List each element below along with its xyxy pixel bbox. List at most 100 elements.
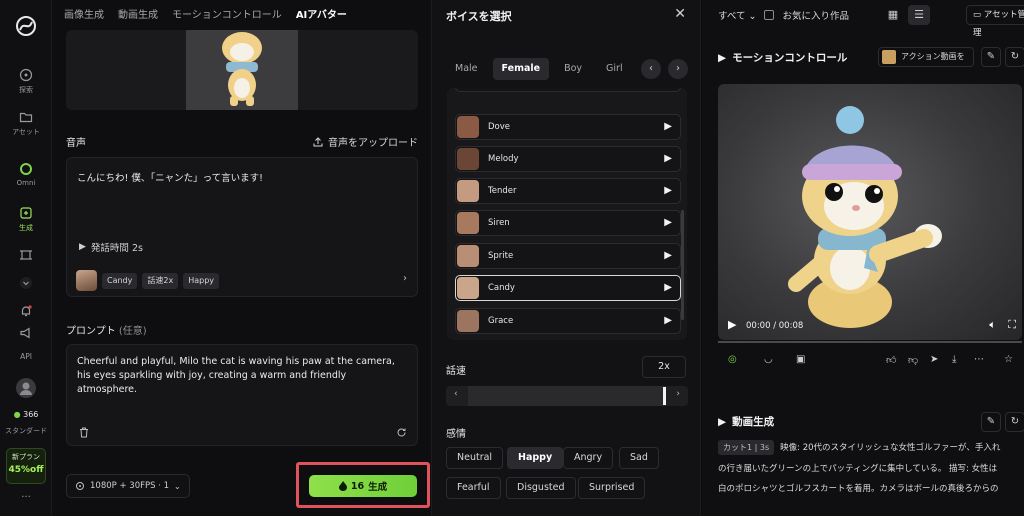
- omni-icon[interactable]: ◎: [728, 354, 737, 365]
- list-view-icon[interactable]: ☰: [908, 5, 930, 25]
- video-progress[interactable]: [718, 341, 1022, 343]
- more-icon[interactable]: ⋯: [974, 354, 984, 365]
- user-avatar[interactable]: [0, 378, 52, 401]
- thumbs-down-icon[interactable]: 👎︎: [908, 354, 918, 366]
- rail-expand[interactable]: [0, 276, 52, 293]
- tab-boy[interactable]: Boy: [555, 58, 591, 80]
- fullscreen-icon[interactable]: ⛶: [1008, 318, 1016, 332]
- play-icon[interactable]: ▶: [664, 185, 672, 196]
- voice-row-selected[interactable]: Candy ▶: [455, 275, 681, 301]
- slider-track[interactable]: [468, 386, 666, 406]
- rail-explore[interactable]: 探索: [0, 68, 52, 95]
- action-video-chip[interactable]: アクション動画を: [878, 47, 974, 67]
- close-icon[interactable]: ✕: [674, 6, 686, 22]
- voice-text[interactable]: こんにちわ! 僕、「ニャンた」って言います!: [77, 170, 263, 184]
- app-logo-icon[interactable]: [14, 14, 38, 38]
- video-actions: ◎ ◡ ▣ 👍︎ 👎︎ ➤ ⤓ ⋯ ☆: [728, 354, 1022, 370]
- tab-female[interactable]: Female: [492, 58, 550, 80]
- emotion-angry[interactable]: Angry: [563, 447, 614, 469]
- plan-name: スタンダード: [5, 427, 47, 435]
- voice-row[interactable]: Melody ▶: [455, 146, 681, 172]
- speed-value[interactable]: 2x: [642, 356, 686, 378]
- video-icon: ▶︎: [718, 415, 727, 428]
- download-icon[interactable]: ⤓: [952, 354, 956, 365]
- tab-girl[interactable]: Girl: [597, 58, 632, 80]
- voice-row[interactable]: Tender ▶: [455, 178, 681, 204]
- rail-announcements[interactable]: [0, 326, 52, 343]
- play-icon[interactable]: ▶: [664, 282, 672, 293]
- emotion-sad[interactable]: Sad: [619, 447, 659, 469]
- refresh-icon[interactable]: ↻: [1005, 412, 1024, 432]
- share-icon[interactable]: ➤: [930, 354, 938, 365]
- results-panel: すべて ⌄ お気に入り作品 ▦ ☰ ▭ アセット管理 ▶︎ モーションコントロー…: [702, 0, 1024, 516]
- chip-speed: 話速2x: [142, 272, 179, 289]
- asset-manage-button[interactable]: ▭ アセット管理: [966, 5, 1024, 38]
- voice-row[interactable]: Sprite ▶: [455, 243, 681, 269]
- volume-icon[interactable]: 🔈︎: [989, 318, 996, 332]
- edit-icon[interactable]: ✎: [981, 47, 1001, 67]
- prompt-input[interactable]: Cheerful and playful, Milo the cat is wa…: [77, 355, 407, 397]
- play-icon[interactable]: ▶: [664, 217, 672, 228]
- video-time: 00:00 / 00:08: [746, 321, 804, 331]
- avatar-preview[interactable]: [66, 30, 418, 110]
- rail-frame[interactable]: [0, 248, 52, 265]
- rail-api[interactable]: API: [0, 352, 52, 361]
- play-icon[interactable]: ▶: [664, 250, 672, 261]
- mode-tabs: 画像生成 動画生成 モーションコントロール AIアバター: [64, 6, 347, 21]
- resolution-select[interactable]: 1080P + 30FPS · 1 ⌄: [66, 474, 190, 498]
- slider-thumb[interactable]: [663, 387, 666, 405]
- chevron-right-icon[interactable]: ›: [676, 389, 680, 399]
- lipsync-icon[interactable]: ◡: [764, 354, 773, 365]
- rail-omni[interactable]: Omni: [0, 162, 52, 187]
- rail-generate[interactable]: 生成: [0, 206, 52, 233]
- cut-badge: カット1 | 3s: [718, 440, 775, 455]
- filter-all[interactable]: すべて ⌄: [718, 8, 756, 22]
- generate-button[interactable]: 16 生成: [309, 475, 417, 497]
- voice-row[interactable]: Grace ▶: [455, 308, 681, 334]
- promo-badge[interactable]: 新プラン 45%off: [6, 448, 46, 484]
- play-icon[interactable]: ▶: [728, 318, 736, 331]
- left-rail: 探索 アセット Omni 生成 API ● 366 スタンダード 新プラン 45…: [0, 0, 52, 516]
- voice-row[interactable]: Dove ▶: [455, 114, 681, 140]
- rail-notifications[interactable]: [0, 304, 52, 321]
- trash-icon[interactable]: [79, 427, 89, 438]
- tab-image-gen[interactable]: 画像生成: [64, 6, 104, 21]
- play-icon[interactable]: ▶: [664, 121, 672, 132]
- voice-row[interactable]: Siren ▶: [455, 210, 681, 236]
- prev-arrow-icon[interactable]: ‹: [641, 59, 661, 79]
- play-icon[interactable]: ▶: [664, 315, 672, 326]
- tab-male[interactable]: Male: [446, 58, 487, 80]
- speed-slider[interactable]: ‹ ›: [446, 386, 688, 406]
- grid-view-icon[interactable]: ▦: [882, 5, 904, 25]
- rail-omni-label: Omni: [16, 179, 36, 187]
- chevron-left-icon[interactable]: ‹: [454, 389, 458, 399]
- emotion-happy[interactable]: Happy: [507, 447, 564, 469]
- tab-ai-avatar[interactable]: AIアバター: [296, 6, 347, 21]
- play-icon[interactable]: ▶: [664, 153, 672, 164]
- refresh-icon[interactable]: ↻: [1005, 47, 1024, 67]
- thumbs-up-icon[interactable]: 👍︎: [886, 354, 896, 366]
- scrollbar[interactable]: [681, 210, 684, 320]
- voice-settings-chips[interactable]: Candy 話速2x Happy: [76, 270, 220, 291]
- voice-row-partial[interactable]: ▶: [455, 88, 681, 92]
- emotion-neutral[interactable]: Neutral: [446, 447, 504, 469]
- emotion-fearful[interactable]: Fearful: [446, 477, 501, 499]
- video-player[interactable]: ▶ 00:00 / 00:08 🔈︎ ⛶: [718, 84, 1022, 340]
- refresh-icon[interactable]: [396, 427, 407, 438]
- tab-video-gen[interactable]: 動画生成: [118, 6, 158, 21]
- next-arrow-icon[interactable]: ›: [668, 59, 688, 79]
- asset-manage-label: アセット管理: [973, 10, 1024, 38]
- edit-icon[interactable]: ✎: [981, 412, 1001, 432]
- video-edit-icon[interactable]: ▣: [796, 354, 805, 365]
- play-duration[interactable]: ▶ 発話時間 2s: [79, 240, 143, 254]
- emotion-surprised[interactable]: Surprised: [578, 477, 646, 499]
- star-icon[interactable]: ☆: [1004, 354, 1013, 365]
- emotion-disgusted[interactable]: Disgusted: [506, 477, 576, 499]
- more-icon[interactable]: ···: [0, 492, 52, 503]
- favorites-checkbox[interactable]: [764, 10, 775, 20]
- avatar-image: [186, 30, 298, 110]
- upload-audio-button[interactable]: 音声をアップロード: [313, 134, 418, 149]
- chevron-right-icon[interactable]: ›: [403, 273, 407, 284]
- tab-motion-control[interactable]: モーションコントロール: [172, 6, 282, 21]
- rail-assets[interactable]: アセット: [0, 110, 52, 137]
